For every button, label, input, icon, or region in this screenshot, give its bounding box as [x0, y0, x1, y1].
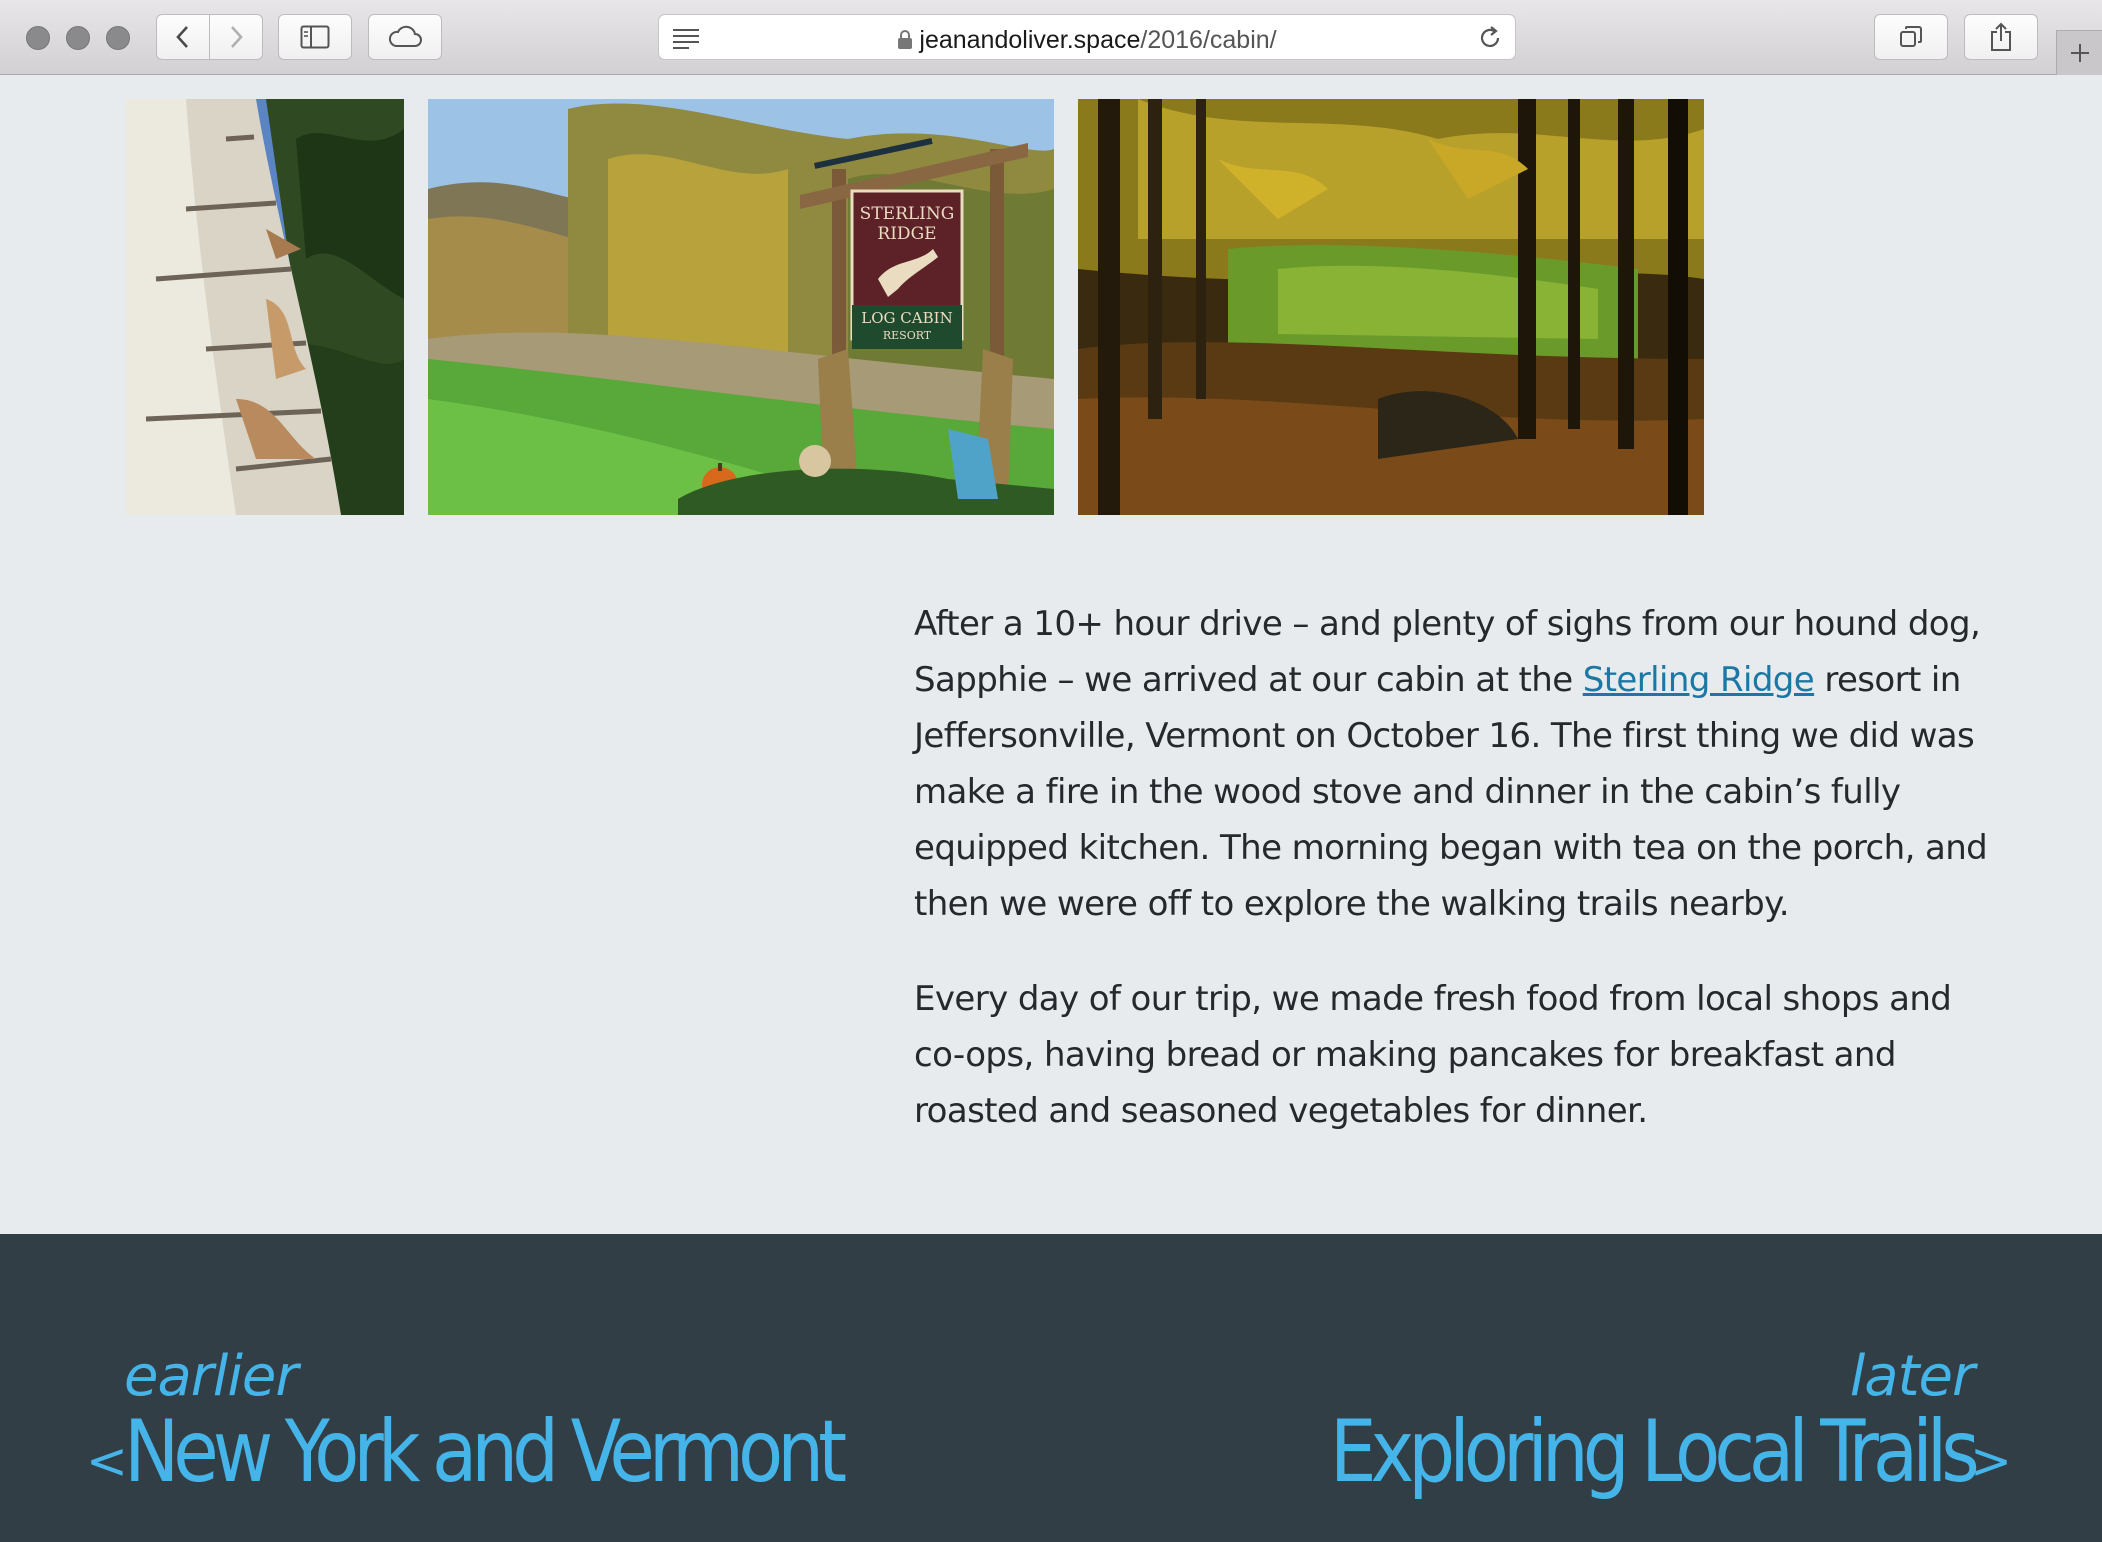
article-paragraph-2: Every day of our trip, we made fresh foo…: [914, 979, 1952, 1131]
forest-meadow-image: [1078, 99, 1704, 515]
photo-autumn-forest[interactable]: [1078, 99, 1704, 515]
later-label: later: [1849, 1344, 1975, 1409]
article-paragraph-1: After a 10+ hour drive – and plenty of s…: [914, 596, 1994, 932]
birch-tree-image: [126, 99, 404, 515]
photo-sterling-ridge-sign[interactable]: STERLING RIDGE LOG CABIN RESORT: [428, 99, 1054, 515]
share-button[interactable]: [1964, 14, 2038, 60]
lock-icon: [898, 30, 913, 49]
tabs-overview-icon: [1900, 26, 1922, 47]
back-button[interactable]: [156, 14, 210, 60]
url-domain: jeanandoliver.space: [919, 26, 1141, 54]
sign-text-line4: RESORT: [883, 329, 932, 342]
post-navigation-footer: earlier < New York and Vermont later Exp…: [0, 1234, 2102, 1542]
chevron-left-icon: [176, 26, 188, 48]
photo-birch-tree[interactable]: [126, 99, 404, 515]
share-icon: [1991, 22, 2011, 51]
earlier-post-title[interactable]: New York and Vermont: [124, 1402, 847, 1502]
earlier-label: earlier: [124, 1344, 298, 1409]
article-body: After a 10+ hour drive – and plenty of s…: [914, 596, 1994, 1178]
new-tab-button[interactable]: [2056, 30, 2102, 75]
chevron-left-icon: <: [86, 1432, 128, 1490]
reload-icon[interactable]: [1477, 25, 1503, 51]
plus-icon: [2070, 44, 2089, 62]
show-tabs-button[interactable]: [1874, 14, 1948, 60]
address-bar[interactable]: jeanandoliver.space/2016/cabin/: [658, 14, 1516, 60]
close-window-button[interactable]: [26, 26, 50, 50]
resort-sign-image: STERLING RIDGE LOG CABIN RESORT: [428, 99, 1054, 515]
sign-text-line1: STERLING: [860, 204, 955, 224]
later-post-title[interactable]: Exploring Local Trails: [1330, 1402, 1980, 1502]
browser-toolbar: jeanandoliver.space/2016/cabin/: [0, 0, 2102, 75]
sterling-ridge-link[interactable]: Sterling Ridge: [1583, 660, 1815, 700]
forward-button[interactable]: [209, 14, 263, 60]
sidebar-button[interactable]: [278, 14, 352, 60]
icloud-tabs-button[interactable]: [368, 14, 442, 60]
cloud-icon: [388, 25, 422, 47]
chevron-right-icon: >: [1970, 1432, 2012, 1490]
url-path: /2016/cabin/: [1140, 26, 1277, 54]
zoom-window-button[interactable]: [106, 26, 130, 50]
minimize-window-button[interactable]: [66, 26, 90, 50]
sign-text-line3: LOG CABIN: [861, 309, 952, 327]
url-text: jeanandoliver.space/2016/cabin/: [659, 26, 1515, 55]
sidebar-icon: [300, 25, 330, 49]
chevron-right-icon: [231, 26, 243, 48]
sign-text-line2: RIDGE: [877, 224, 936, 244]
